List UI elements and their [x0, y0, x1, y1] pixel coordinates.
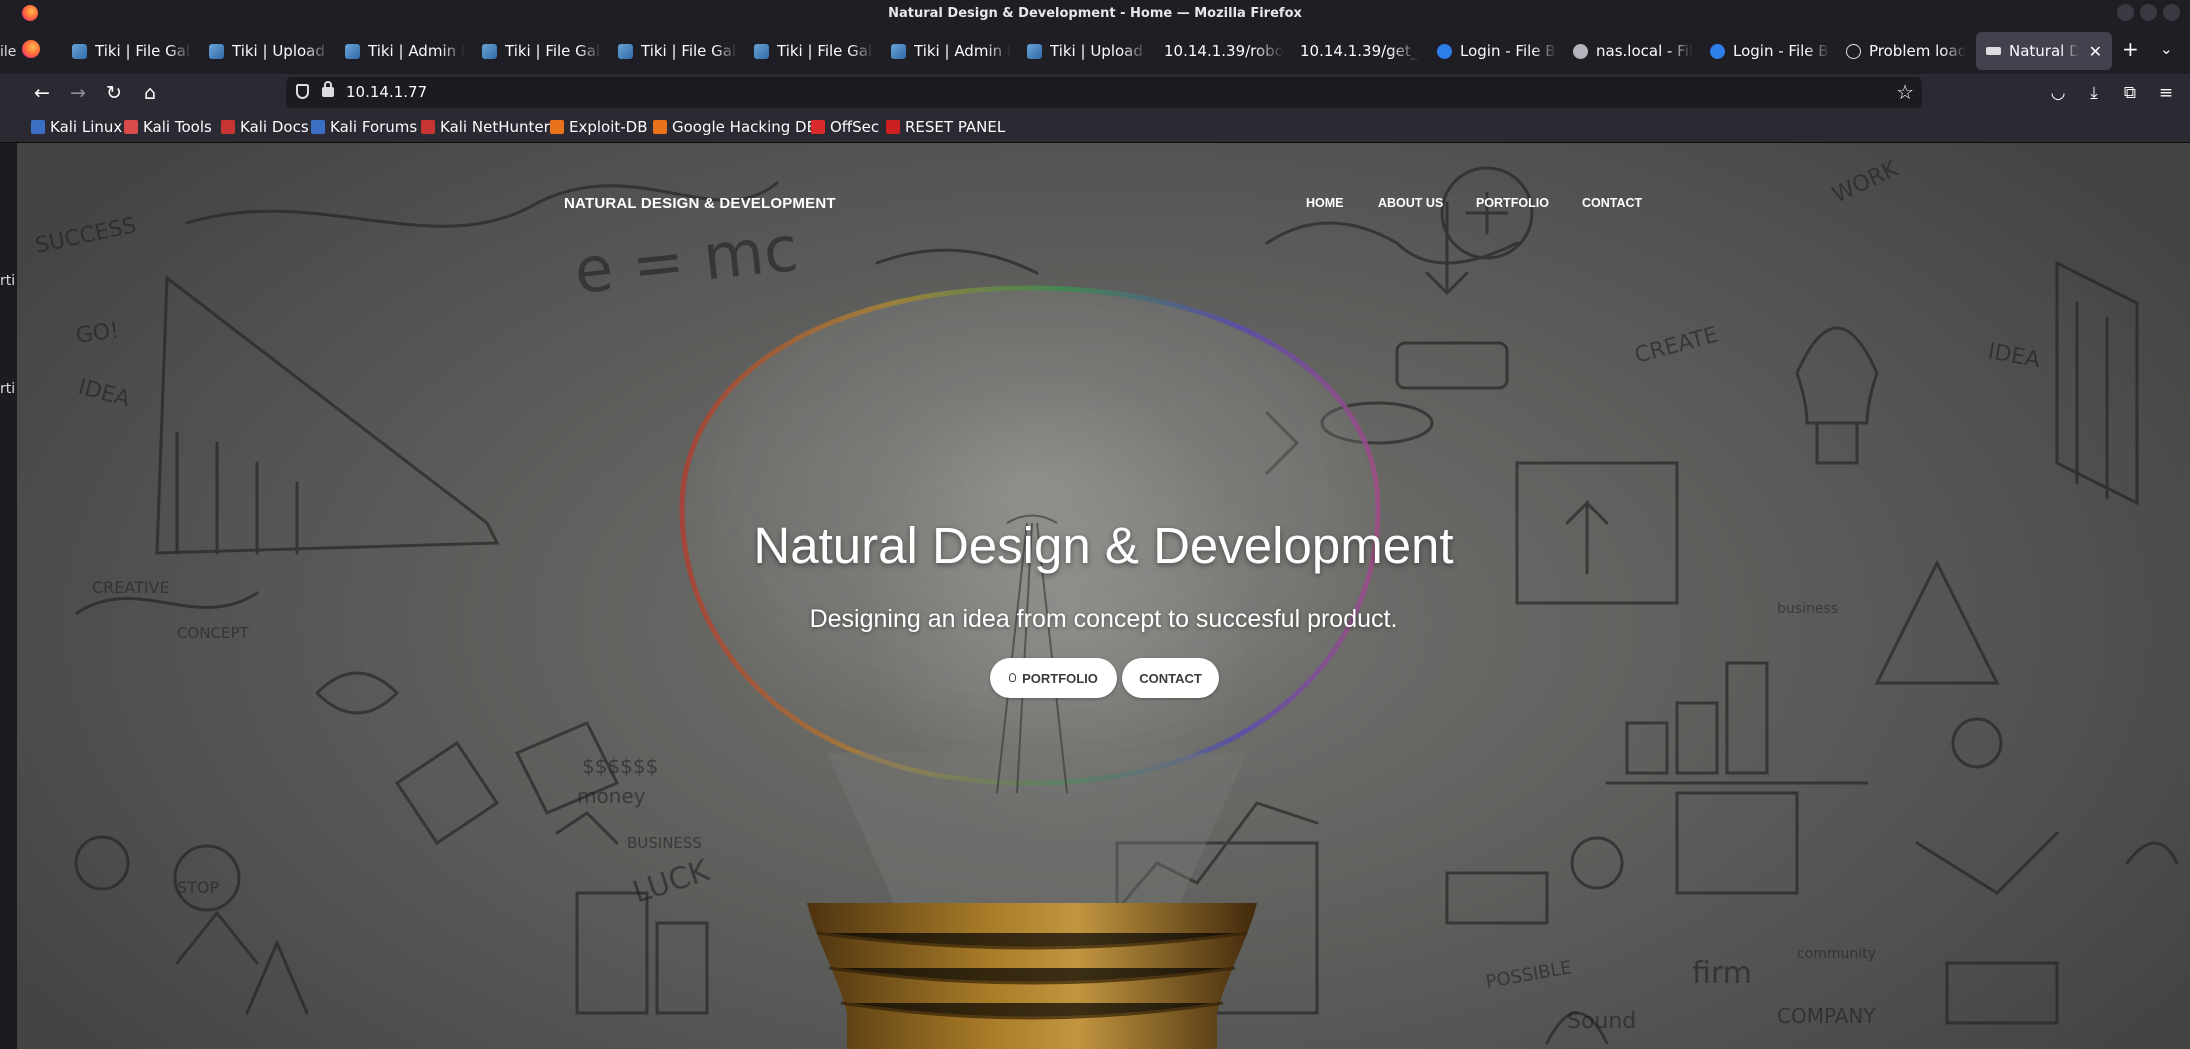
site-brand[interactable]: NATURAL DESIGN & DEVELOPMENT — [564, 195, 836, 212]
minimize-button[interactable] — [2117, 4, 2134, 21]
page-icon — [1986, 47, 2001, 55]
tiki-icon — [754, 43, 769, 59]
firefox-logo-icon — [22, 5, 38, 21]
hero-title: Natural Design & Development — [753, 517, 1454, 574]
bookmark-offsec[interactable]: OffSec — [811, 118, 879, 136]
window-controls — [2117, 4, 2180, 21]
window-title: Natural Design & Development - Home — Mo… — [888, 5, 1302, 21]
forward-arrow-icon[interactable]: → — [67, 82, 89, 104]
tab-robots[interactable]: 10.14.1.39/robots — [1164, 32, 1284, 70]
tab-tiki-file-gallery[interactable]: Tiki | File Galle — [72, 32, 192, 70]
back-arrow-icon[interactable]: ← — [31, 82, 53, 104]
nav-contact-link[interactable]: CONTACT — [1582, 196, 1642, 210]
nav-about-link[interactable]: ABOUT US — [1378, 196, 1443, 210]
reset-panel-icon — [886, 120, 900, 134]
info-icon — [1846, 43, 1861, 59]
url-text[interactable]: 10.14.1.77 — [346, 83, 427, 101]
menu-hamburger-icon[interactable]: ≡ — [2155, 82, 2177, 104]
window-titlebar: Natural Design & Development - Home — Mo… — [0, 0, 2190, 26]
ghdb-icon — [653, 120, 667, 134]
tab-login-file-browser[interactable]: Login - File Br — [1710, 32, 1830, 70]
kali-forums-icon — [311, 120, 325, 134]
left-window-strip: rti rti — [0, 143, 17, 1049]
hero-subtitle: Designing an idea from concept to succes… — [809, 605, 1398, 633]
tab-tiki-admin[interactable]: Tiki | Admin M — [891, 32, 1011, 70]
tab-natural-design-active[interactable]: Natural Des ✕ — [1976, 32, 2112, 70]
tracking-protection-shield-icon[interactable] — [296, 84, 309, 99]
tab-tiki-file-gallery[interactable]: Tiki | File Galle — [482, 32, 602, 70]
login-icon — [1710, 43, 1725, 59]
firefox-view-icon[interactable] — [22, 40, 40, 58]
reload-icon[interactable]: ↻ — [103, 82, 125, 104]
side-fragment: rti — [0, 273, 16, 289]
nav-portfolio-link[interactable]: PORTFOLIO — [1476, 196, 1549, 210]
site-lock-icon[interactable] — [322, 81, 334, 97]
close-tab-icon[interactable]: ✕ — [2089, 42, 2102, 61]
tab-tiki-file-gallery[interactable]: Tiki | File Galle — [618, 32, 738, 70]
tiki-icon — [345, 43, 360, 59]
lightbulb-icon — [1009, 672, 1017, 682]
nav-home-link[interactable]: HOME — [1306, 196, 1344, 210]
bookmark-exploit-db[interactable]: Exploit-DB — [550, 118, 648, 136]
tab-problem-loading[interactable]: Problem loadi — [1846, 32, 1966, 70]
portfolio-button[interactable]: PORTFOLIO — [990, 658, 1117, 698]
tiki-icon — [209, 43, 224, 59]
bookmarks-toolbar: Kali Linux Kali Tools Kali Docs Kali For… — [0, 112, 2190, 143]
tab-tiki-file-gallery[interactable]: Tiki | File Galle — [754, 32, 874, 70]
side-fragment: ile — [0, 44, 17, 60]
tiki-icon — [482, 43, 497, 59]
bookmark-star-icon[interactable]: ☆ — [1896, 80, 1914, 104]
bookmark-google-hacking-db[interactable]: Google Hacking DB — [653, 118, 817, 136]
bookmark-kali-forums[interactable]: Kali Forums — [311, 118, 417, 136]
tab-nas-local[interactable]: nas.local - File — [1573, 32, 1693, 70]
bookmark-kali-tools[interactable]: Kali Tools — [124, 118, 212, 136]
tiki-icon — [1027, 43, 1042, 59]
tiki-icon — [72, 43, 87, 59]
downloads-icon[interactable]: ⤓ — [2083, 82, 2105, 104]
maximize-button[interactable] — [2140, 4, 2157, 21]
tab-strip: ile Tiki | File Galle Tiki | Upload Fi T… — [0, 26, 2190, 74]
page-viewport: SUCCESS GO! IDEA CREATIVE CONCEPT money … — [17, 143, 2190, 1049]
contact-button[interactable]: CONTACT — [1122, 658, 1219, 698]
kali-dragon-icon — [31, 120, 45, 134]
nas-icon — [1573, 43, 1588, 59]
tab-tiki-upload[interactable]: Tiki | Upload Fi — [209, 32, 329, 70]
extensions-icon[interactable]: ⧉ — [2119, 82, 2141, 104]
list-all-tabs-chevron-icon[interactable]: ⌄ — [2160, 40, 2173, 58]
bookmark-kali-docs[interactable]: Kali Docs — [221, 118, 309, 136]
new-tab-plus-icon[interactable]: + — [2122, 39, 2139, 59]
navigation-toolbar: ← → ↻ ⌂ 10.14.1.77 ☆ ◡ ⤓ ⧉ ≡ — [0, 74, 2190, 112]
exploit-db-icon — [550, 120, 564, 134]
bookmark-reset-panel[interactable]: RESET PANEL — [886, 118, 1005, 136]
tab-tiki-upload[interactable]: Tiki | Upload Fi — [1027, 32, 1147, 70]
kali-docs-icon — [221, 120, 235, 134]
login-icon — [1437, 43, 1452, 59]
nethunter-icon — [421, 120, 435, 134]
hero-overlay — [17, 143, 2190, 1049]
address-bar[interactable]: 10.14.1.77 ☆ — [286, 77, 1922, 108]
tiki-icon — [891, 43, 906, 59]
tab-tiki-admin[interactable]: Tiki | Admin M — [345, 32, 465, 70]
close-window-button[interactable] — [2163, 4, 2180, 21]
home-icon[interactable]: ⌂ — [139, 82, 161, 104]
offsec-icon — [811, 120, 825, 134]
tiki-icon — [618, 43, 633, 59]
bookmark-kali-linux[interactable]: Kali Linux — [31, 118, 122, 136]
bookmark-kali-nethunter[interactable]: Kali NetHunter — [421, 118, 550, 136]
pocket-icon[interactable]: ◡ — [2047, 82, 2069, 104]
tab-get-st[interactable]: 10.14.1.39/get_st — [1300, 32, 1420, 70]
kali-tools-icon — [124, 120, 138, 134]
side-fragment: rti — [0, 381, 16, 397]
tab-login-file-browser[interactable]: Login - File Br — [1437, 32, 1557, 70]
